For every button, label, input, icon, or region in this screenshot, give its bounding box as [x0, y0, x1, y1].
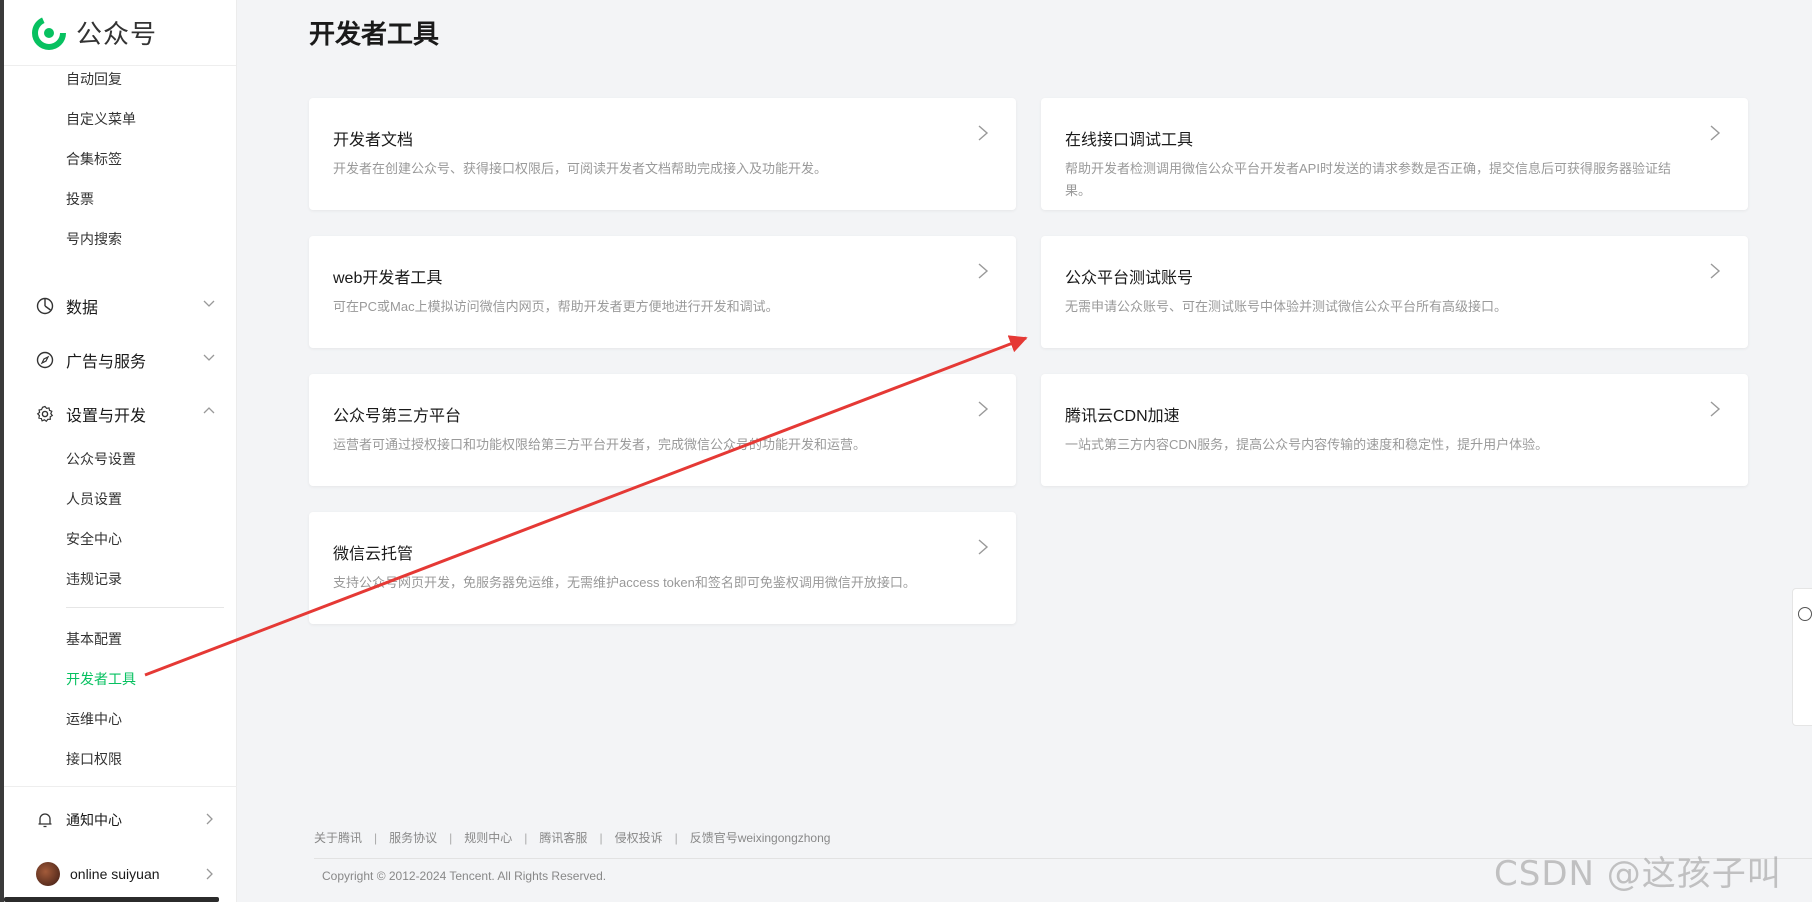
footer-link-terms[interactable]: 服务协议	[389, 829, 437, 846]
sidebar-group-data[interactable]: 数据	[36, 294, 216, 318]
sidebar-group-notifications[interactable]: 通知中心	[36, 810, 216, 830]
sidebar-item-search[interactable]: 号内搜索	[66, 229, 122, 249]
account-menu[interactable]: online suiyuan	[36, 862, 216, 886]
chevron-down-icon	[203, 300, 215, 307]
card-third-party-platform[interactable]: 公众号第三方平台 运营者可通过授权接口和功能权限给第三方平台开发者，完成微信公众…	[309, 374, 1016, 486]
card-title: 微信云托管	[333, 546, 414, 563]
card-title: 在线接口调试工具	[1065, 132, 1194, 149]
sidebar-item-vote[interactable]: 投票	[66, 189, 94, 209]
chevron-right-icon	[206, 868, 213, 880]
footer-link-about[interactable]: 关于腾讯	[314, 829, 362, 846]
bell-icon	[38, 813, 52, 828]
sidebar-group-label: 广告与服务	[66, 354, 147, 371]
chevron-up-icon	[203, 407, 215, 414]
card-tencent-cdn[interactable]: 腾讯云CDN加速 一站式第三方内容CDN服务，提高公众号内容传输的速度和稳定性，…	[1041, 374, 1748, 486]
wechat-official-logo-icon	[32, 15, 66, 50]
card-title: 公众号第三方平台	[333, 408, 462, 425]
sidebar-group-ads[interactable]: 广告与服务	[36, 348, 216, 372]
card-title: 腾讯云CDN加速	[1065, 408, 1180, 425]
sidebar-item-security-center[interactable]: 安全中心	[66, 529, 122, 549]
card-developer-docs[interactable]: 开发者文档 开发者在创建公众号、获得接口权限后，可阅读开发者文档帮助完成接入及功…	[309, 98, 1016, 210]
chevron-right-icon	[978, 401, 989, 417]
pie-chart-icon	[36, 297, 54, 315]
compass-icon	[36, 351, 54, 369]
sidebar-group-label: 通知中心	[66, 812, 122, 828]
footer-link-feedback[interactable]: 反馈官号weixingongzhong	[690, 829, 831, 846]
divider	[66, 607, 224, 608]
card-title: 开发者文档	[333, 132, 414, 149]
card-online-api-debug[interactable]: 在线接口调试工具 帮助开发者检测调用微信公众平台开发者API时发送的请求参数是否…	[1041, 98, 1748, 210]
gear-icon	[36, 405, 54, 423]
sidebar: 公众号 自动回复 自定义菜单 合集标签 投票 号内搜索 数据 广告与服务 设置与…	[4, 0, 237, 902]
chevron-right-icon	[978, 539, 989, 555]
help-icon	[1798, 607, 1812, 621]
divider	[4, 786, 237, 787]
scrollbar[interactable]	[4, 897, 219, 902]
footer-link-support[interactable]: 腾讯客服	[539, 829, 587, 846]
chevron-right-icon	[206, 813, 213, 825]
card-wechat-cloud-hosting[interactable]: 微信云托管 支持公众号网页开发，免服务器免运维，无需维护access token…	[309, 512, 1016, 624]
floating-feedback-tab[interactable]	[1792, 588, 1812, 726]
chevron-right-icon	[1710, 263, 1721, 279]
avatar	[36, 862, 60, 886]
sidebar-item-account-settings[interactable]: 公众号设置	[66, 449, 136, 469]
sidebar-item-developer-tools[interactable]: 开发者工具	[66, 669, 136, 689]
card-test-account[interactable]: 公众平台测试账号 无需申请公众账号、可在测试账号中体验并测试微信公众平台所有高级…	[1041, 236, 1748, 348]
card-description: 无需申请公众账号、可在测试账号中体验并测试微信公众平台所有高级接口。	[1065, 299, 1508, 314]
card-description: 帮助开发者检测调用微信公众平台开发者API时发送的请求参数是否正确，提交信息后可…	[1065, 161, 1671, 198]
chevron-right-icon	[978, 263, 989, 279]
footer-link-infringement[interactable]: 侵权投诉	[615, 829, 663, 846]
sidebar-item-api-permissions[interactable]: 接口权限	[66, 749, 122, 769]
separator: |	[449, 830, 453, 845]
chevron-right-icon	[978, 125, 989, 141]
separator: |	[674, 830, 678, 845]
copyright: Copyright © 2012-2024 Tencent. All Right…	[322, 869, 607, 883]
card-description: 一站式第三方内容CDN服务，提高公众号内容传输的速度和稳定性，提升用户体验。	[1065, 437, 1549, 452]
card-description: 支持公众号网页开发，免服务器免运维，无需维护access token和签名即可免…	[333, 575, 916, 590]
sidebar-group-settings[interactable]: 设置与开发	[36, 402, 216, 426]
chevron-right-icon	[1710, 125, 1721, 141]
page-title: 开发者工具	[309, 20, 440, 50]
footer-link-rules[interactable]: 规则中心	[464, 829, 512, 846]
card-title: web开发者工具	[333, 270, 443, 287]
footer-links: 关于腾讯 | 服务协议 | 规则中心 | 腾讯客服 | 侵权投诉 | 反馈官号w…	[314, 829, 830, 846]
sidebar-item-member-settings[interactable]: 人员设置	[66, 489, 122, 509]
card-title: 公众平台测试账号	[1065, 270, 1194, 287]
card-description: 可在PC或Mac上模拟访问微信内网页，帮助开发者更方便地进行开发和调试。	[333, 299, 779, 314]
card-description: 开发者在创建公众号、获得接口权限后，可阅读开发者文档帮助完成接入及功能开发。	[333, 161, 828, 176]
sidebar-item-collection-tags[interactable]: 合集标签	[66, 149, 122, 169]
brand[interactable]: 公众号	[4, 0, 236, 66]
sidebar-group-label: 设置与开发	[66, 408, 147, 425]
sidebar-item-custom-menu[interactable]: 自定义菜单	[66, 109, 136, 129]
sidebar-group-label: 数据	[66, 300, 99, 317]
brand-name: 公众号	[76, 20, 158, 50]
card-web-dev-tools[interactable]: web开发者工具 可在PC或Mac上模拟访问微信内网页，帮助开发者更方便地进行开…	[309, 236, 1016, 348]
sidebar-item-violations[interactable]: 违规记录	[66, 569, 122, 589]
chevron-down-icon	[203, 354, 215, 361]
sidebar-item-ops-center[interactable]: 运维中心	[66, 709, 122, 729]
separator: |	[374, 830, 378, 845]
account-name: online suiyuan	[70, 866, 160, 882]
sidebar-item-auto-reply[interactable]: 自动回复	[66, 69, 122, 89]
chevron-right-icon	[1710, 401, 1721, 417]
watermark: CSDN @这孩子叫逆	[1494, 854, 1782, 894]
separator: |	[524, 830, 528, 845]
separator: |	[599, 830, 603, 845]
sidebar-item-basic-config[interactable]: 基本配置	[66, 629, 122, 649]
card-description: 运营者可通过授权接口和功能权限给第三方平台开发者，完成微信公众号的功能开发和运营…	[333, 437, 867, 452]
